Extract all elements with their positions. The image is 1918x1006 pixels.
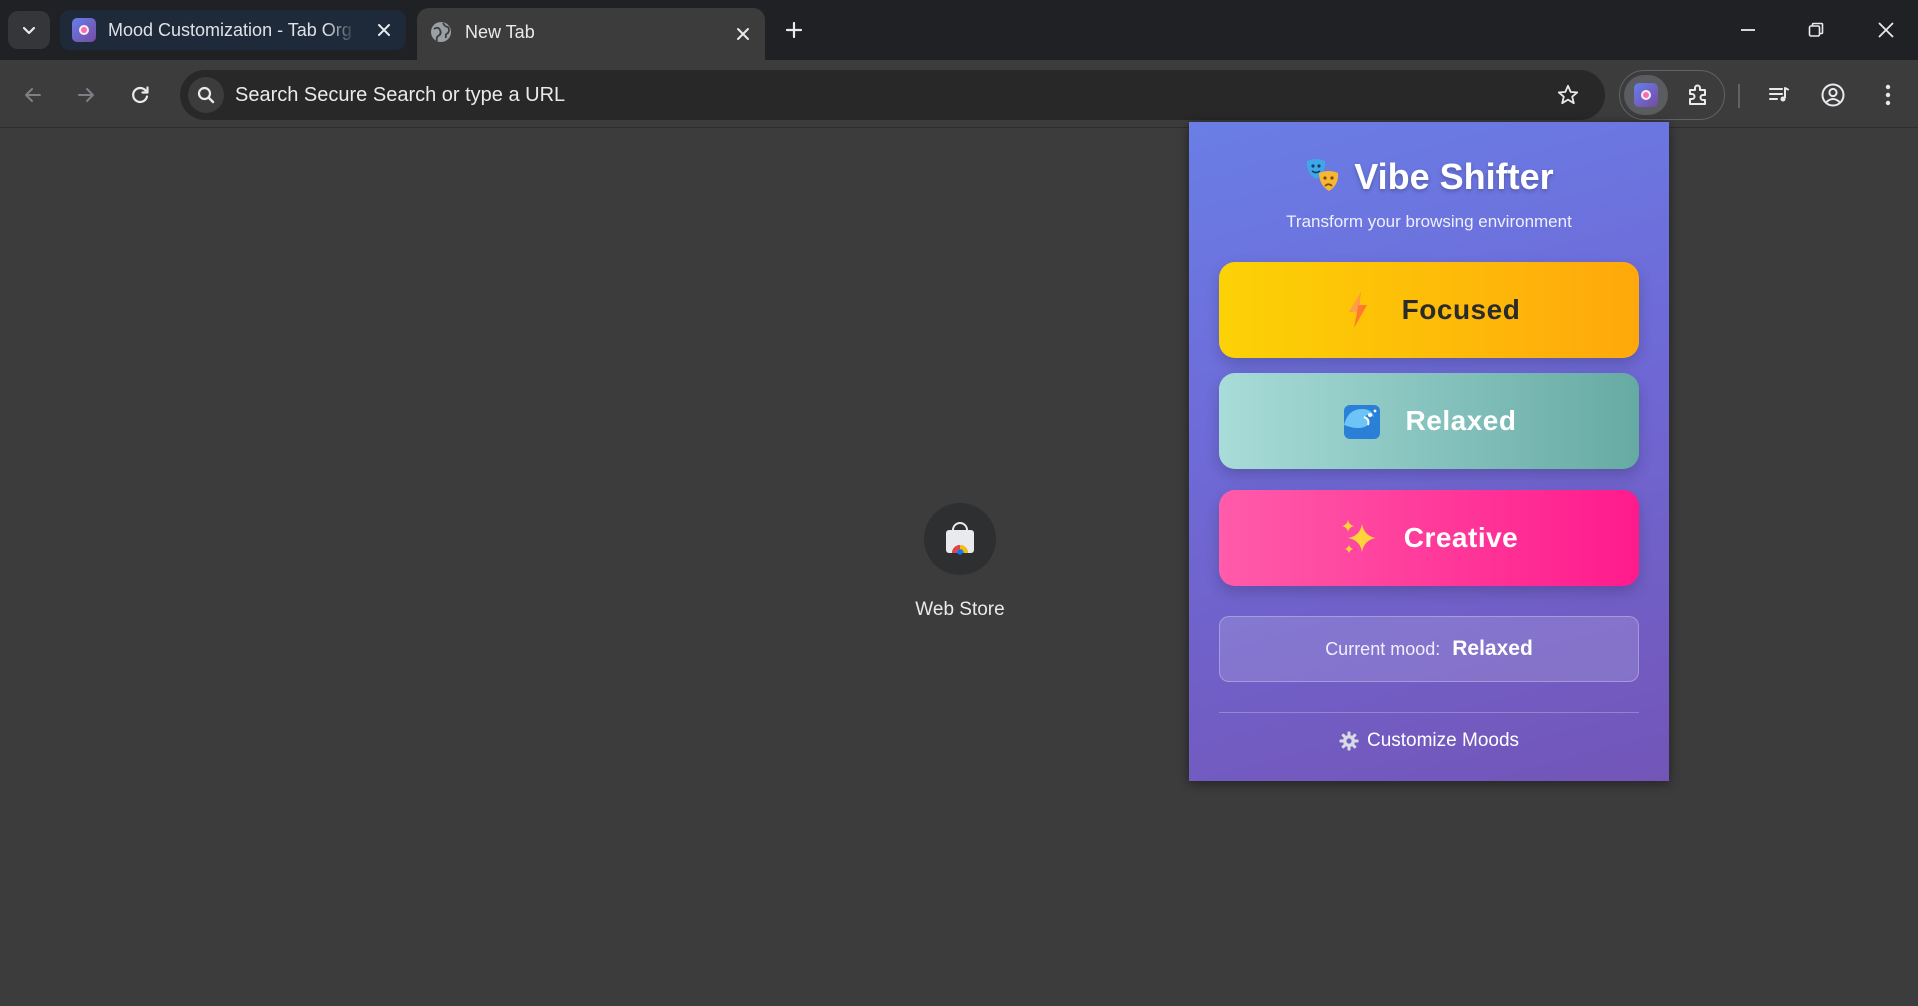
- current-mood-label: Current mood:: [1325, 638, 1441, 659]
- popup-title: Vibe Shifter: [1304, 156, 1554, 198]
- relaxed-mood-button[interactable]: Relaxed: [1219, 373, 1639, 469]
- vibe-shifter-popup: Vibe Shifter Transform your browsing env…: [1189, 122, 1669, 781]
- creative-mood-button[interactable]: Creative: [1219, 490, 1639, 586]
- address-bar-placeholder: Search Secure Search or type a URL: [235, 84, 566, 106]
- sparkles-icon: [1340, 518, 1380, 558]
- close-window-button[interactable]: [1858, 8, 1914, 52]
- account-circle-icon: [1821, 83, 1845, 107]
- relaxed-mood-label: Relaxed: [1405, 405, 1517, 436]
- theater-masks-icon: [1307, 159, 1339, 191]
- tab-close-icon[interactable]: [372, 18, 396, 42]
- tab-new-tab[interactable]: New Tab: [417, 8, 765, 60]
- customize-moods-label: Customize Moods: [1366, 730, 1520, 751]
- profile-button[interactable]: [1814, 76, 1852, 114]
- shortcut-tile: [924, 503, 996, 575]
- restore-button[interactable]: [1788, 8, 1844, 52]
- customize-moods-link[interactable]: Customize Moods: [1189, 730, 1669, 752]
- star-icon: [1557, 84, 1579, 105]
- extensions-group: [1619, 70, 1725, 120]
- address-bar[interactable]: Search Secure Search or type a URL: [180, 70, 1605, 120]
- toolbar-divider: [1738, 84, 1740, 108]
- tab-strip: Mood Customization - Tab Org New Tab: [0, 0, 1918, 60]
- vibe-shifter-icon: [1634, 83, 1658, 107]
- forward-button[interactable]: [67, 76, 105, 114]
- focused-mood-button[interactable]: Focused: [1219, 262, 1639, 358]
- tab-search-button[interactable]: [8, 11, 50, 49]
- focused-mood-label: Focused: [1401, 294, 1521, 325]
- globe-icon: [429, 20, 453, 44]
- browser-toolbar: Search Secure Search or type a URL: [0, 60, 1918, 128]
- web-store-icon: [946, 522, 974, 555]
- search-icon: [188, 77, 224, 113]
- tab-title: New Tab: [465, 22, 535, 42]
- back-button[interactable]: [14, 76, 52, 114]
- minimize-icon: [1741, 29, 1755, 31]
- minimize-button[interactable]: [1720, 8, 1776, 52]
- wave-icon: [1342, 401, 1382, 441]
- puzzle-icon: [1689, 84, 1706, 105]
- shortcut-web-store[interactable]: Web Store: [904, 503, 1016, 621]
- tab-mood-customization[interactable]: Mood Customization - Tab Org: [60, 10, 406, 50]
- gear-icon: [1339, 731, 1359, 751]
- media-control-button[interactable]: [1760, 76, 1798, 114]
- chevron-down-icon: [22, 26, 36, 35]
- reload-icon: [132, 86, 149, 104]
- plus-icon: [785, 21, 803, 39]
- current-mood-status: Current mood: Relaxed: [1219, 616, 1639, 682]
- popup-subtitle: Transform your browsing environment: [1286, 212, 1572, 231]
- reload-button[interactable]: [121, 76, 159, 114]
- popup-divider: [1219, 712, 1639, 713]
- current-mood-value: Relaxed: [1452, 637, 1533, 660]
- media-control-icon: [1769, 87, 1789, 102]
- tab-close-icon[interactable]: [731, 22, 755, 46]
- popup-header: Vibe Shifter Transform your browsing env…: [1189, 156, 1669, 232]
- close-icon: [1878, 22, 1894, 38]
- tab-title: Mood Customization - Tab Org: [108, 19, 352, 40]
- vibe-shifter-favicon-icon: [72, 18, 96, 42]
- lightning-icon: [1338, 290, 1378, 330]
- kebab-menu-icon: [1885, 84, 1891, 106]
- new-tab-button[interactable]: [776, 12, 812, 48]
- popup-title-text: Vibe Shifter: [1354, 156, 1554, 197]
- arrow-right-icon: [78, 88, 94, 102]
- browser-menu-button[interactable]: [1869, 76, 1907, 114]
- bookmark-button[interactable]: [1549, 76, 1587, 114]
- restore-icon: [1808, 22, 1824, 37]
- arrow-left-icon: [25, 88, 41, 102]
- extensions-menu-button[interactable]: [1676, 75, 1720, 115]
- shortcut-label: Web Store: [915, 599, 1005, 620]
- creative-mood-label: Creative: [1403, 522, 1519, 553]
- vibe-shifter-extension-button[interactable]: [1624, 75, 1668, 115]
